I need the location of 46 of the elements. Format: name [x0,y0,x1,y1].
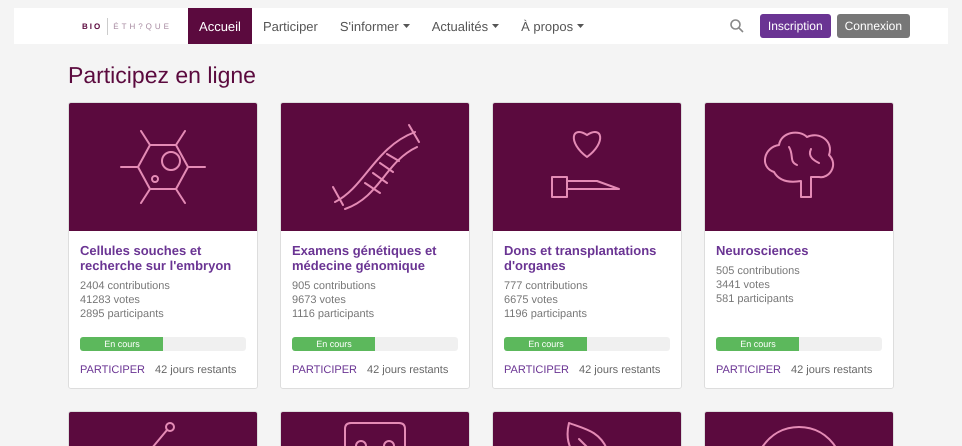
participate-link[interactable]: PARTICIPER [716,364,781,376]
logo-text: ÉTH?QUE [113,22,172,30]
globe-icon [759,425,839,446]
stat-text: 41283 votes [80,293,141,307]
participate-link[interactable]: PARTICIPER [80,364,145,376]
stat-text: 777 contributions [504,279,589,293]
nav-link[interactable]: S'informer [328,8,421,44]
stat-text: 505 contributions [716,264,801,278]
stat-text: 2895 participants [80,307,165,321]
card-title: Cellules souches et recherche sur l'embryon [80,243,232,273]
molecule-icon [150,421,176,446]
page-heading: Participez en ligne [68,62,257,89]
nav-link[interactable]: Accueil [188,8,252,44]
card-title: Dons et transplantations d'organes [504,243,658,273]
status-label: En cours [315,338,353,351]
leaf-icon [565,421,609,446]
nav-link[interactable]: À propos [510,8,596,44]
stat-text: 581 participants [716,292,795,306]
status-label: En cours [103,338,141,351]
status-label: En cours [739,338,777,351]
caret-icon [492,24,500,28]
stat-text: 1196 participants [504,307,588,321]
nav-button[interactable]: Connexion [836,14,910,38]
stat-text: 905 contributions [292,279,377,293]
card-title: Examens génétiques et médecine génomique [292,243,438,273]
robot-icon [344,421,406,446]
remaining-days: 42 jours restants [791,364,872,376]
search-icon[interactable] [730,19,744,33]
remaining-days: 42 jours restants [579,364,660,376]
remaining-days: 42 jours restants [367,364,448,376]
participate-link[interactable]: PARTICIPER [504,364,569,376]
status-label: En cours [527,338,565,351]
stat-text: 9673 votes [292,293,347,307]
caret-icon [402,24,410,28]
stat-text: 3441 votes [716,278,771,292]
participate-link[interactable]: PARTICIPER [292,364,357,376]
stat-text: 1116 participants [292,307,376,321]
nav-button[interactable]: Inscription [760,14,831,38]
remaining-days: 42 jours restants [155,364,236,376]
nav-link[interactable]: Participer [252,8,329,44]
card-title: Neurosciences [716,243,810,258]
caret-icon [577,24,584,28]
stat-text: 2404 contributions [80,279,171,293]
logo-text: BIO [82,18,108,34]
nav-link[interactable]: Actualités [420,8,510,44]
stat-text: 6675 votes [504,293,559,307]
